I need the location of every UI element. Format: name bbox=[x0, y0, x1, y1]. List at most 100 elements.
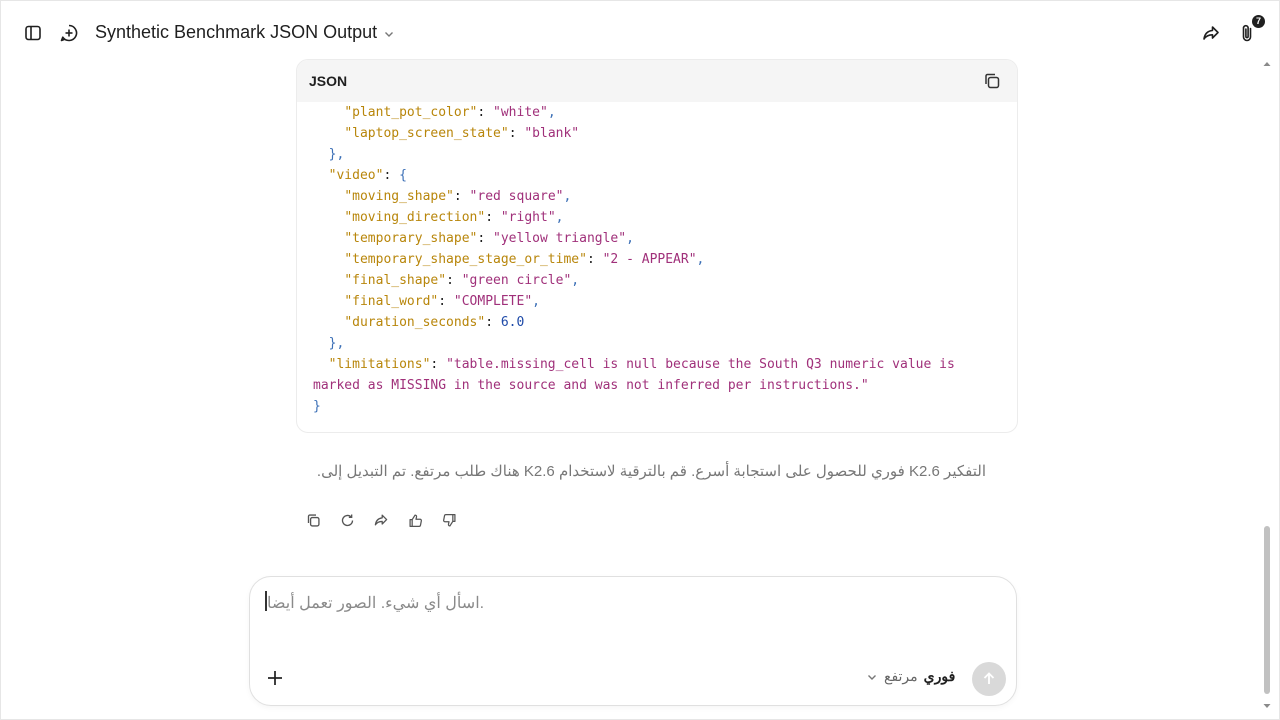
code-token: , bbox=[626, 231, 634, 246]
mode-selector[interactable]: فوري مرتفع bbox=[866, 668, 955, 685]
code-line: "plant_pot_color": "white", bbox=[313, 102, 1001, 123]
code-token: "final_word" bbox=[344, 294, 439, 309]
code-token: , bbox=[532, 294, 540, 309]
page-scrollbar[interactable] bbox=[1262, 60, 1272, 710]
message-actions bbox=[300, 509, 462, 531]
mode-primary-label: فوري bbox=[923, 668, 956, 684]
code-token: "laptop_screen_state" bbox=[344, 126, 509, 141]
copy-icon bbox=[307, 513, 320, 527]
code-token: "duration_seconds" bbox=[344, 315, 486, 330]
code-token: }, bbox=[328, 147, 345, 162]
code-token: "red square" bbox=[469, 189, 564, 204]
code-line: } bbox=[313, 396, 1001, 417]
code-line: }, bbox=[313, 333, 1001, 354]
code-token: 6.0 bbox=[500, 315, 525, 330]
code-line: }, bbox=[313, 144, 1001, 165]
conversation-title[interactable]: Synthetic Benchmark JSON Output bbox=[95, 22, 395, 43]
code-line: "limitations": "table.missing_cell is nu… bbox=[313, 354, 1001, 375]
code-token: { bbox=[399, 168, 407, 183]
attachment-count-badge: 7 bbox=[1252, 15, 1265, 28]
new-chat-icon[interactable] bbox=[54, 18, 84, 48]
dislike-button[interactable] bbox=[436, 509, 462, 531]
thumbs-up-icon bbox=[408, 513, 422, 527]
code-token: "COMPLETE" bbox=[453, 294, 533, 309]
code-token: : bbox=[453, 189, 470, 204]
regenerate-button[interactable] bbox=[334, 509, 360, 531]
code-token: "temporary_shape_stage_or_time" bbox=[344, 252, 587, 267]
code-line: "duration_seconds": 6.0 bbox=[313, 312, 1001, 333]
conversation-title-text: Synthetic Benchmark JSON Output bbox=[95, 22, 378, 42]
like-button[interactable] bbox=[402, 509, 428, 531]
code-token: "blank" bbox=[524, 126, 580, 141]
code-line: "laptop_screen_state": "blank" bbox=[313, 123, 1001, 144]
add-attachment-button[interactable] bbox=[262, 665, 288, 691]
code-token: "final_shape" bbox=[344, 273, 447, 288]
code-line: "moving_direction": "right", bbox=[313, 207, 1001, 228]
code-token: marked as MISSING in the source and was … bbox=[313, 378, 869, 393]
scroll-up-arrow-icon[interactable] bbox=[1263, 60, 1271, 68]
code-line: "moving_shape": "red square", bbox=[313, 186, 1001, 207]
code-line: marked as MISSING in the source and was … bbox=[313, 375, 1001, 396]
composer-input[interactable]: اسأل أي شيء. الصور تعمل أيضا. bbox=[267, 593, 484, 613]
share-icon bbox=[374, 514, 388, 526]
model-switch-notice: التفكير K2.6 فوري للحصول على استجابة أسر… bbox=[316, 463, 986, 480]
copy-code-button[interactable] bbox=[979, 68, 1005, 94]
code-content: "plant_pot_color": "white", "laptop_scre… bbox=[297, 102, 1017, 417]
code-token: }, bbox=[328, 336, 345, 351]
code-token: "yellow triangle" bbox=[493, 231, 627, 246]
scrollbar-thumb[interactable] bbox=[1264, 526, 1270, 694]
code-language-label: JSON bbox=[309, 73, 348, 89]
code-token: : bbox=[438, 294, 454, 309]
share-message-button[interactable] bbox=[368, 509, 394, 531]
code-token: "moving_shape" bbox=[344, 189, 454, 204]
code-block: JSON "plant_pot_color": "white", "laptop… bbox=[296, 59, 1018, 433]
plus-icon bbox=[268, 671, 282, 685]
copy-icon bbox=[985, 73, 1000, 89]
code-line: "final_shape": "green circle", bbox=[313, 270, 1001, 291]
code-token: "2 - APPEAR" bbox=[602, 252, 697, 267]
thumbs-down-icon bbox=[442, 513, 456, 527]
sidebar-toggle-icon[interactable] bbox=[18, 18, 48, 48]
code-token: "right" bbox=[500, 210, 556, 225]
code-token: "green circle" bbox=[461, 273, 572, 288]
attachments-button[interactable]: 7 bbox=[1232, 15, 1265, 48]
code-line: "video": { bbox=[313, 165, 1001, 186]
share-icon bbox=[1203, 26, 1219, 40]
code-token: , bbox=[563, 189, 572, 204]
code-token: "moving_direction" bbox=[344, 210, 486, 225]
share-button[interactable] bbox=[1196, 18, 1226, 48]
scroll-down-arrow-icon[interactable] bbox=[1263, 702, 1271, 710]
code-token: "video" bbox=[328, 168, 384, 183]
chevron-down-icon bbox=[385, 31, 394, 37]
code-token: : bbox=[485, 210, 501, 225]
chevron-down-icon bbox=[868, 674, 876, 680]
copy-message-button[interactable] bbox=[300, 509, 326, 531]
code-token: "temporary_shape" bbox=[344, 231, 478, 246]
code-token: : bbox=[586, 252, 603, 267]
code-line: "temporary_shape_stage_or_time": "2 - AP… bbox=[313, 249, 1001, 270]
code-token: : bbox=[446, 273, 462, 288]
code-token: "plant_pot_color" bbox=[344, 105, 478, 120]
send-button[interactable] bbox=[972, 662, 1006, 696]
code-token: : bbox=[430, 357, 447, 372]
code-token: } bbox=[313, 399, 321, 414]
code-token: , bbox=[547, 105, 556, 120]
code-line: "temporary_shape": "yellow triangle", bbox=[313, 228, 1001, 249]
code-token: "limitations" bbox=[328, 357, 431, 372]
code-token: : bbox=[477, 105, 494, 120]
code-block-header: JSON bbox=[297, 60, 1017, 102]
refresh-icon bbox=[341, 514, 353, 526]
